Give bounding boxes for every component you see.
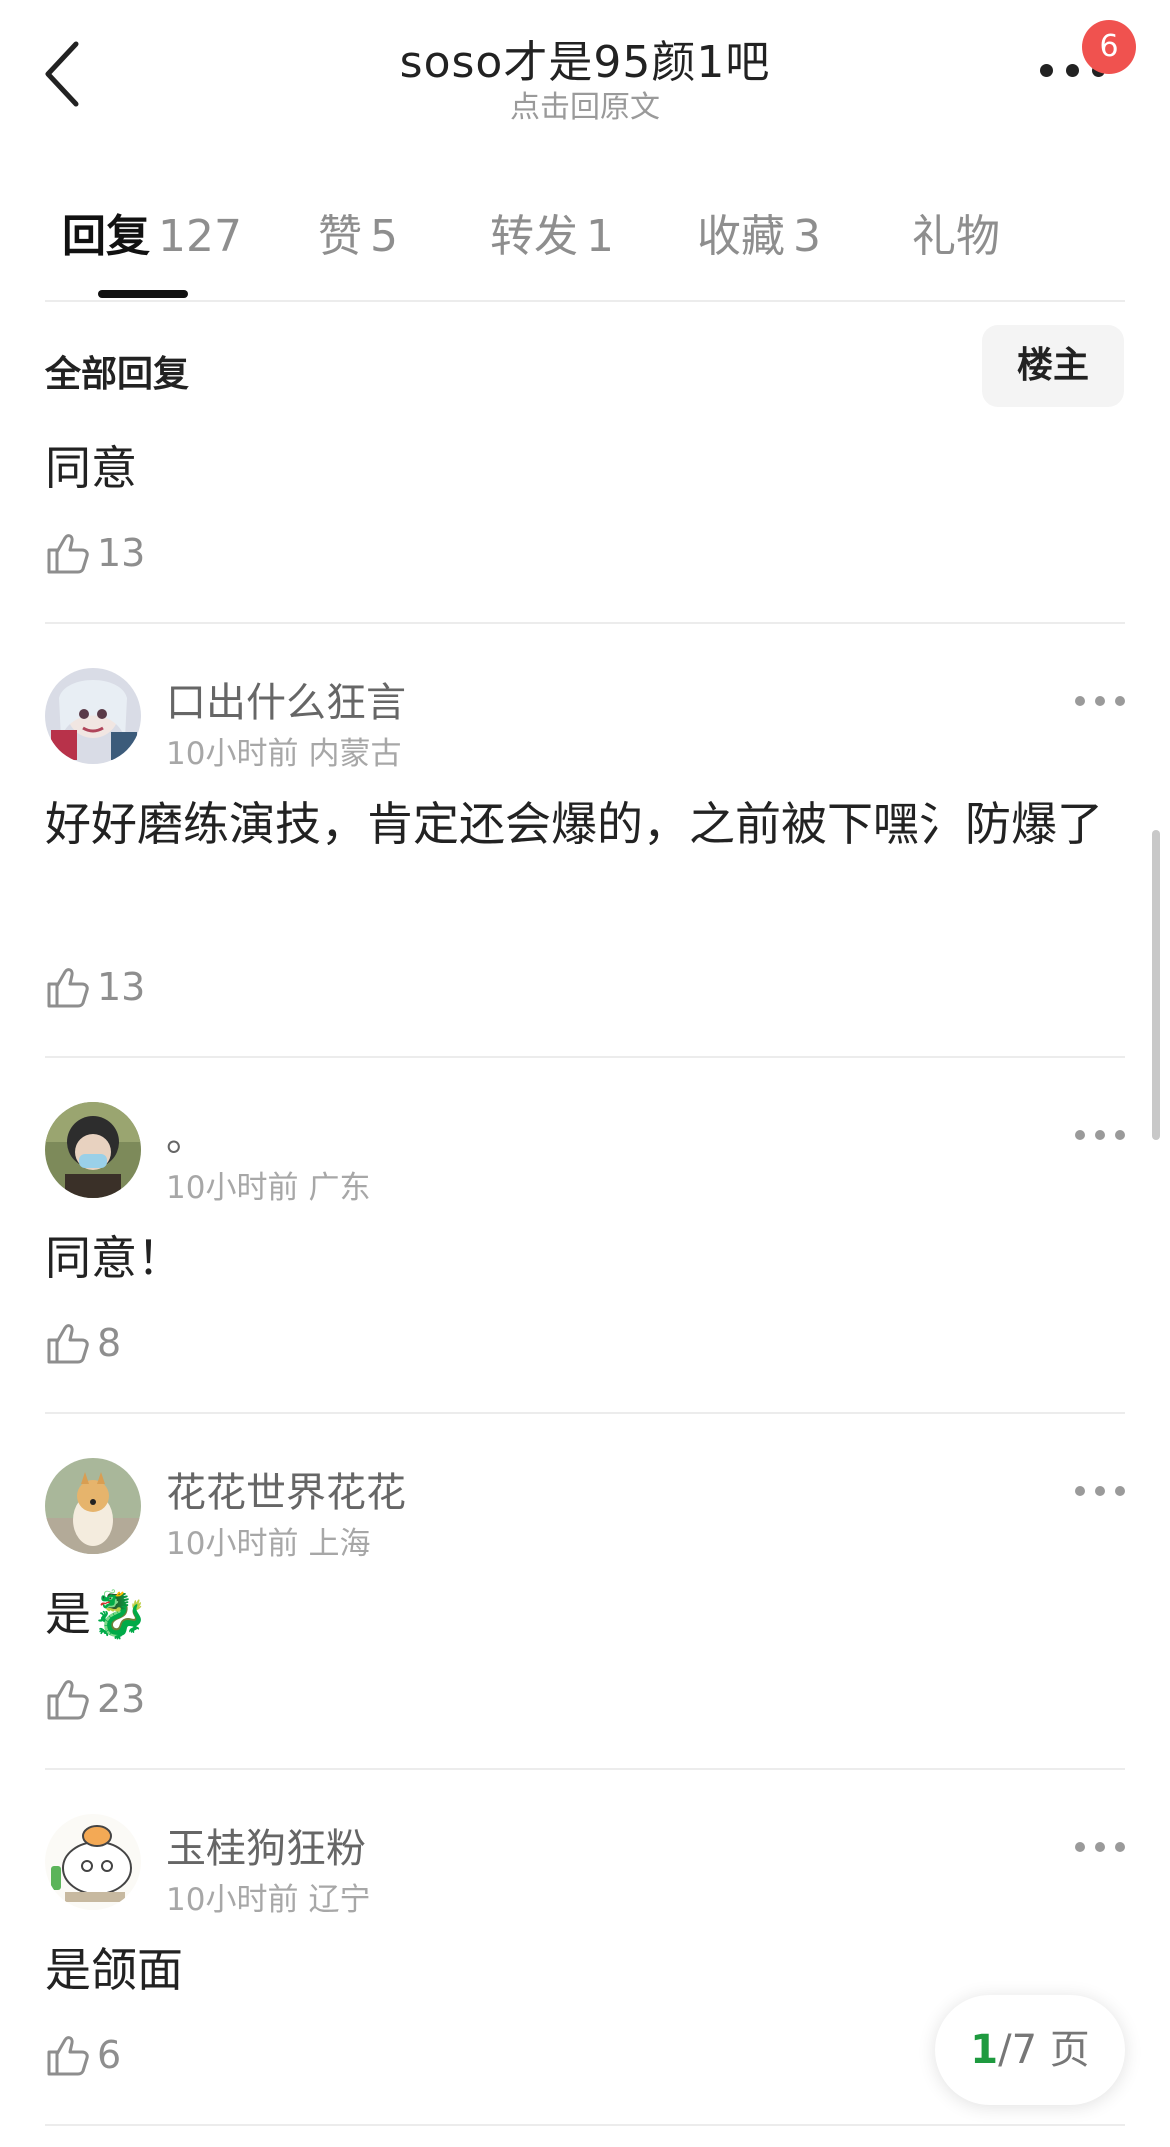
avatar[interactable] [45, 1458, 141, 1554]
comment-username[interactable]: 口出什么狂言 [166, 670, 406, 728]
thumbs-up-icon [47, 1324, 89, 1364]
comment-username[interactable]: 玉桂狗狂粉 [166, 1816, 366, 1874]
tab-label: 收藏 [697, 211, 785, 262]
comment-divider [45, 1768, 1125, 1770]
comment-location: 上海 [308, 1526, 371, 1562]
like-count: 23 [97, 1677, 146, 1721]
tab-bar: 回复 127 赞5 转发 1 收藏 3 礼物 [0, 200, 1170, 280]
thumbs-up-icon [47, 968, 89, 1008]
more-dot [1066, 64, 1079, 77]
tab-label: 回复 [62, 211, 150, 262]
thumbs-up-icon [47, 534, 89, 574]
avatar-image [45, 668, 141, 764]
tab-label: 转发 [490, 211, 578, 262]
more-dots-icon [1075, 1130, 1085, 1140]
comment-more-button[interactable] [1075, 1120, 1125, 1150]
page-title: soso才是95颜1吧 [399, 37, 771, 88]
avatar-image [45, 1458, 141, 1554]
tab-count: 127 [158, 211, 242, 262]
like-count: 8 [97, 1321, 122, 1365]
comment-more-button[interactable] [1075, 686, 1125, 716]
tab-replies[interactable]: 回复 127 [62, 200, 242, 264]
thumbs-up-icon [47, 2036, 89, 2076]
comment-more-button[interactable] [1075, 1832, 1125, 1862]
filter-owner-button[interactable]: 楼主 [982, 325, 1124, 407]
more-dot [1115, 1130, 1125, 1140]
avatar-image [45, 1102, 141, 1198]
more-dots-icon [1075, 1842, 1085, 1852]
comment-text: 是颌面 [45, 1943, 183, 1997]
avatar[interactable] [45, 1814, 141, 1910]
comment-time: 10小时前 [166, 1170, 299, 1206]
avatar-image [45, 1814, 141, 1910]
like-button[interactable]: 8 [45, 1318, 121, 1368]
more-dots-icon [1075, 696, 1085, 706]
comment-divider [45, 2124, 1125, 2126]
comment-divider [45, 1056, 1125, 1058]
active-tab-indicator [98, 290, 188, 298]
page-current: 1 [970, 2027, 999, 2073]
more-dot [1095, 1130, 1105, 1140]
avatar[interactable] [45, 668, 141, 764]
tab-gifts[interactable]: 礼物 [912, 200, 1008, 264]
comment-time: 10小时前 [166, 736, 299, 772]
comment-text: 同意！ [45, 1231, 183, 1285]
tab-label: 礼物 [912, 211, 1000, 262]
more-dot [1115, 696, 1125, 706]
comment-text: 同意 [45, 441, 137, 495]
more-dot [1095, 1486, 1105, 1496]
tab-count: 1 [586, 211, 614, 262]
comment-divider [45, 1412, 1125, 1414]
comment-time: 10小时前 [166, 1882, 299, 1918]
comment-more-button[interactable] [1075, 1476, 1125, 1506]
comment-time: 10小时前 [166, 1526, 299, 1562]
more-dot [1095, 696, 1105, 706]
comment-text: 是🐉 [45, 1587, 149, 1641]
more-dot [1115, 1842, 1125, 1852]
avatar[interactable] [45, 1102, 141, 1198]
tab-reposts[interactable]: 转发 1 [490, 200, 614, 264]
notification-badge: 6 [1082, 20, 1136, 74]
comment-text: 好好磨练演技，肯定还会爆的，之前被下嘿氵防爆了 [45, 797, 1103, 851]
more-dot [1115, 1486, 1125, 1496]
comment-location: 辽宁 [308, 1882, 371, 1918]
tab-likes[interactable]: 赞5 [318, 200, 398, 264]
comment-meta: 10小时前 广东 [166, 1162, 370, 1207]
like-button[interactable]: 13 [45, 962, 145, 1012]
tab-favorites[interactable]: 收藏 3 [697, 200, 821, 264]
like-button[interactable]: 23 [45, 1674, 145, 1724]
like-button[interactable]: 6 [45, 2030, 121, 2080]
like-count: 13 [97, 965, 146, 1009]
comment-location: 广东 [308, 1170, 371, 1206]
tab-count: 3 [793, 211, 821, 262]
more-dot [1095, 1842, 1105, 1852]
tab-divider [45, 300, 1125, 302]
pagination-button[interactable]: 1/7 页 [935, 1995, 1125, 2105]
comment-meta: 10小时前 内蒙古 [166, 728, 401, 773]
comment-location: 内蒙古 [308, 736, 402, 772]
app-root: soso才是95颜1吧 点击回原文 6 回复 127 赞5 转发 1 收藏 3 礼物 … [0, 0, 1170, 2147]
more-dots-icon [1040, 64, 1053, 77]
back-to-original-link[interactable]: 点击回原文 [0, 82, 1170, 126]
page-total: /7 页 [998, 2027, 1090, 2073]
like-count: 6 [97, 2033, 122, 2077]
tab-count: 5 [370, 211, 398, 262]
comment-meta: 10小时前 辽宁 [166, 1874, 370, 1919]
thumbs-up-icon [47, 1680, 89, 1720]
section-title: 全部回复 [45, 354, 190, 395]
scrollbar-thumb[interactable] [1152, 830, 1160, 1140]
comment-divider [45, 622, 1125, 624]
more-dots-icon [1075, 1486, 1085, 1496]
tab-label: 赞 [318, 211, 362, 262]
like-button[interactable]: 13 [45, 528, 145, 578]
comment-meta: 10小时前 上海 [166, 1518, 370, 1563]
like-count: 13 [97, 531, 146, 575]
comment-username[interactable]: 。 [166, 1104, 206, 1162]
comment-username[interactable]: 花花世界花花 [166, 1460, 406, 1518]
